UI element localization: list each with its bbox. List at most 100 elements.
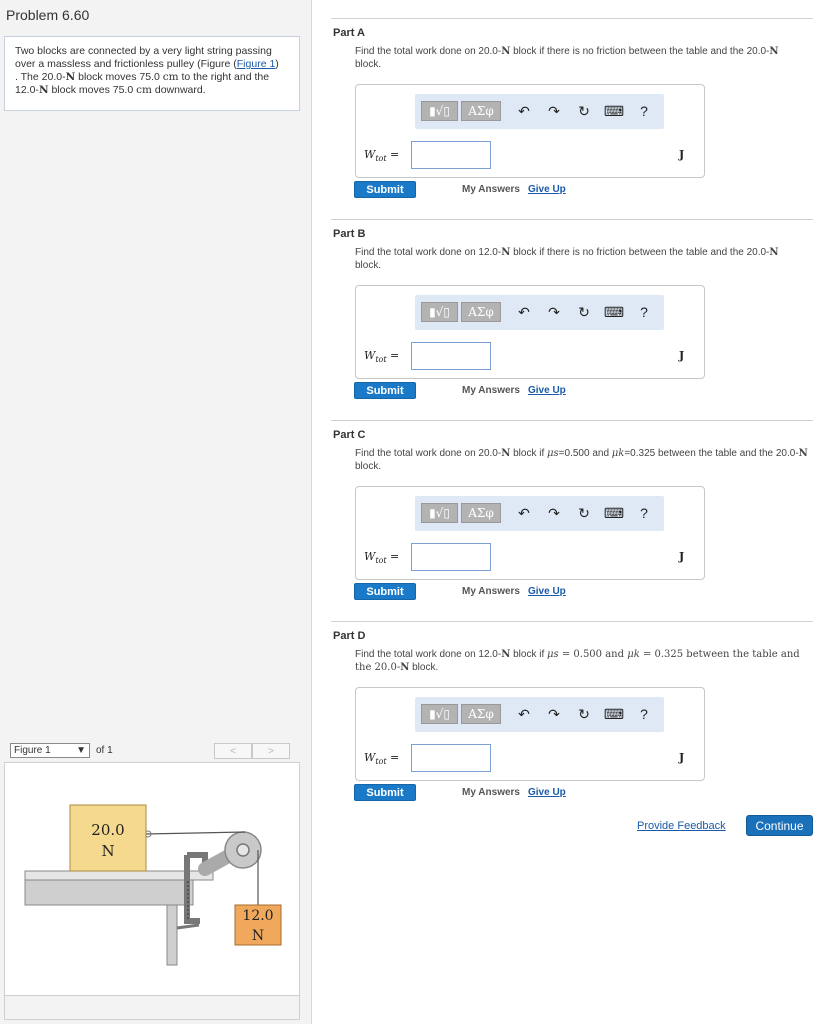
submit-button[interactable]: Submit <box>354 784 416 801</box>
problem-text: block moves 75.0 <box>75 71 163 83</box>
pulley-axle <box>236 843 250 857</box>
figure-pager: < > <box>214 743 290 759</box>
templates-button[interactable]: ▮√▯ <box>421 101 458 121</box>
problem-text: . The 20.0- <box>15 71 66 83</box>
question-text: block if there is no friction between th… <box>510 46 770 57</box>
continue-button[interactable]: Continue <box>746 815 813 836</box>
redo-icon[interactable]: ↷ <box>545 303 563 321</box>
my-answers-link[interactable]: My Answers <box>462 586 520 597</box>
figure-1-link[interactable]: Figure 1 <box>237 58 276 70</box>
submit-button[interactable]: Submit <box>354 382 416 399</box>
undo-icon[interactable]: ↶ <box>515 303 533 321</box>
symbols-button[interactable]: ΑΣφ <box>461 101 501 121</box>
submit-button[interactable]: Submit <box>354 181 416 198</box>
help-icon[interactable]: ? <box>635 504 653 522</box>
templates-button[interactable]: ▮√▯ <box>421 302 458 322</box>
symbols-button[interactable]: ΑΣφ <box>461 302 501 322</box>
undo-icon[interactable]: ↶ <box>515 705 533 723</box>
mu-static-value: = 0.500 and <box>558 649 628 660</box>
block-12n-value: 12.0 <box>242 908 273 924</box>
variable-symbol: W <box>364 349 376 362</box>
provide-feedback-link[interactable]: Provide Feedback <box>637 820 726 832</box>
symbols-button[interactable]: ΑΣφ <box>461 503 501 523</box>
problem-text: Two blocks are connected by a very light… <box>15 45 272 70</box>
left-panel: Problem 6.60 Two blocks are connected by… <box>0 0 312 1024</box>
keyboard-icon[interactable]: ⌨ <box>604 303 624 321</box>
undo-icon[interactable]: ↶ <box>515 102 533 120</box>
unit-newton: N <box>798 448 808 459</box>
variable-label: Wtot = <box>364 349 399 364</box>
question-text: block. <box>355 59 382 70</box>
part-title: Part C <box>333 429 366 441</box>
help-icon[interactable]: ? <box>635 102 653 120</box>
help-icon[interactable]: ? <box>635 303 653 321</box>
variable-subscript: tot <box>375 556 387 566</box>
answer-box: ▮√▯ ΑΣφ ↶ ↷ ↻ ⌨ ? Wtot = J <box>355 486 705 580</box>
figure-next-button[interactable]: > <box>252 743 290 759</box>
math-toolbar: ▮√▯ ΑΣφ ↶ ↷ ↻ ⌨ ? <box>415 697 664 732</box>
submit-button[interactable]: Submit <box>354 583 416 600</box>
reset-icon[interactable]: ↻ <box>575 705 593 723</box>
redo-icon[interactable]: ↷ <box>545 705 563 723</box>
divider <box>331 219 813 220</box>
symbols-button[interactable]: ΑΣφ <box>461 704 501 724</box>
give-up-link[interactable]: Give Up <box>528 385 566 396</box>
unit-label: J <box>679 550 685 563</box>
mu-kinetic-symbol: μk <box>627 649 640 660</box>
answer-input[interactable] <box>411 342 491 370</box>
block-12n-unit: N <box>252 928 264 944</box>
question-text: Find the total work done on 12.0- <box>355 247 502 258</box>
mu-static-symbol: μs <box>547 448 559 459</box>
block-20n-unit: N <box>101 842 114 860</box>
table-edge <box>24 879 194 906</box>
math-toolbar: ▮√▯ ΑΣφ ↶ ↷ ↻ ⌨ ? <box>415 295 664 330</box>
math-toolbar: ▮√▯ ΑΣφ ↶ ↷ ↻ ⌨ ? <box>415 94 664 129</box>
reset-icon[interactable]: ↻ <box>575 303 593 321</box>
equals-sign: = <box>386 550 400 563</box>
keyboard-icon[interactable]: ⌨ <box>604 102 624 120</box>
clamp-handle <box>176 923 200 930</box>
answer-input[interactable] <box>411 141 491 169</box>
part-question: Find the total work done on 12.0-N block… <box>355 648 815 674</box>
redo-icon[interactable]: ↷ <box>545 102 563 120</box>
my-answers-link[interactable]: My Answers <box>462 787 520 798</box>
question-text: block if there is no friction between th… <box>510 247 770 258</box>
redo-icon[interactable]: ↷ <box>545 504 563 522</box>
give-up-link[interactable]: Give Up <box>528 586 566 597</box>
part-title: Part D <box>333 630 366 642</box>
answer-box: ▮√▯ ΑΣφ ↶ ↷ ↻ ⌨ ? Wtot = J <box>355 687 705 781</box>
unit-label: J <box>679 751 685 764</box>
keyboard-icon[interactable]: ⌨ <box>604 504 624 522</box>
my-answers-link[interactable]: My Answers <box>462 184 520 195</box>
undo-icon[interactable]: ↶ <box>515 504 533 522</box>
divider <box>331 18 813 19</box>
unit-newton: N <box>769 247 779 258</box>
figure-panel: 20.0 N 12.0 N <box>4 762 300 1020</box>
figure-footer <box>5 995 299 1019</box>
pulley-diagram: 20.0 N 12.0 N <box>24 804 282 966</box>
question-text: Find the total work done on 20.0- <box>355 448 502 459</box>
part-question: Find the total work done on 20.0-N block… <box>355 447 815 473</box>
reset-icon[interactable]: ↻ <box>575 102 593 120</box>
figure-prev-button[interactable]: < <box>214 743 252 759</box>
question-text: block. <box>409 662 439 673</box>
answer-input[interactable] <box>411 744 491 772</box>
part-question: Find the total work done on 12.0- N block… <box>355 246 815 272</box>
answer-input[interactable] <box>411 543 491 571</box>
reset-icon[interactable]: ↻ <box>575 504 593 522</box>
variable-symbol: W <box>364 550 376 563</box>
figure-select[interactable]: Figure 1 ▼ <box>10 743 90 758</box>
unit-centimeter: cm <box>136 84 152 96</box>
figure-select-value: Figure 1 <box>14 745 51 756</box>
templates-button[interactable]: ▮√▯ <box>421 503 458 523</box>
my-answers-link[interactable]: My Answers <box>462 385 520 396</box>
problem-text: ) <box>275 58 279 70</box>
keyboard-icon[interactable]: ⌨ <box>604 705 624 723</box>
divider <box>331 420 813 421</box>
give-up-link[interactable]: Give Up <box>528 787 566 798</box>
unit-newton: N <box>501 448 511 459</box>
help-icon[interactable]: ? <box>635 705 653 723</box>
block-20n-value: 20.0 <box>91 821 124 839</box>
templates-button[interactable]: ▮√▯ <box>421 704 458 724</box>
give-up-link[interactable]: Give Up <box>528 184 566 195</box>
